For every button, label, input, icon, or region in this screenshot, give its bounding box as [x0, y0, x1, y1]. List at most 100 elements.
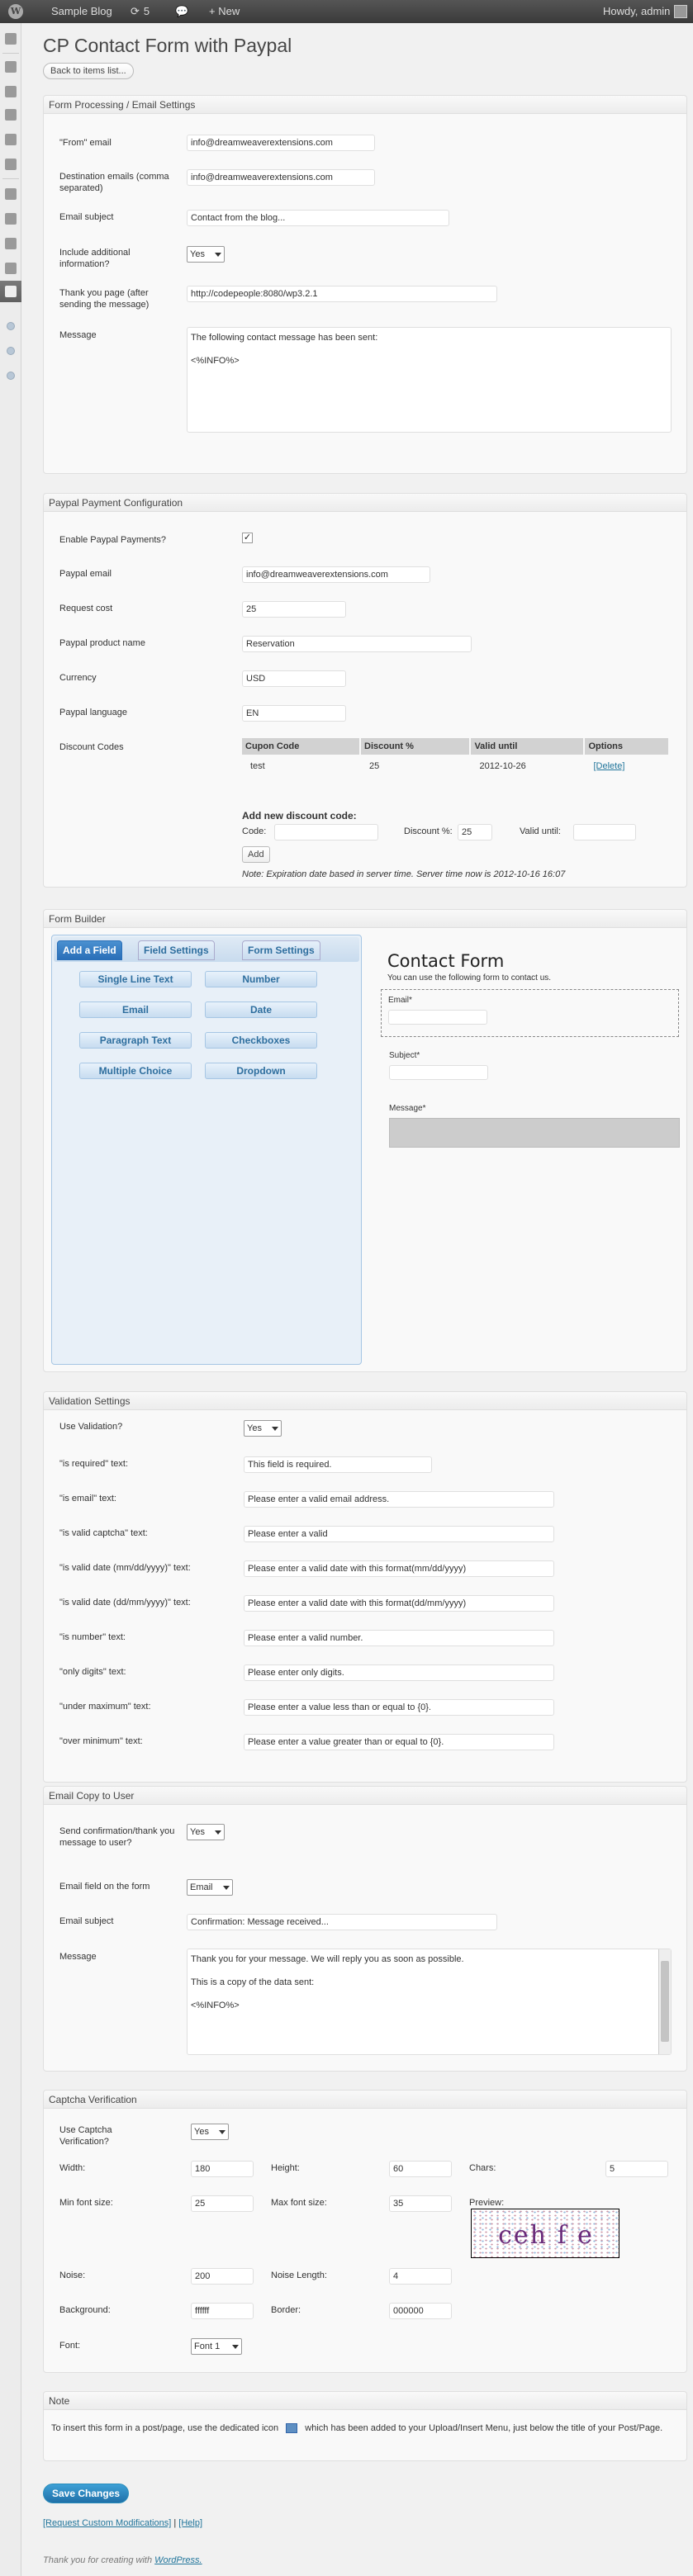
product-name-input[interactable]: Reservation [242, 636, 472, 652]
tab-add-field[interactable]: Add a Field [57, 940, 122, 960]
validation-text-input[interactable]: Please enter a valid email address. [244, 1491, 554, 1508]
tab-field-settings[interactable]: Field Settings [138, 940, 215, 960]
pages-icon[interactable] [5, 134, 17, 145]
column-header: Cupon Code [242, 738, 360, 755]
users-icon[interactable] [5, 238, 17, 249]
add-multiple-choice-button[interactable]: Multiple Choice [79, 1063, 192, 1079]
add-paragraph-text-button[interactable]: Paragraph Text [79, 1032, 192, 1049]
appearance-icon[interactable] [5, 188, 17, 200]
message-scrollbar[interactable] [658, 1949, 671, 2054]
preview-label: Preview: [469, 2198, 505, 2208]
add-checkboxes-button[interactable]: Checkboxes [205, 1032, 317, 1049]
validation-text-input[interactable]: Please enter a valid date with this form… [244, 1560, 554, 1577]
comments-icon[interactable]: 💬 [175, 0, 188, 23]
min-font-size-input[interactable]: 25 [191, 2195, 254, 2212]
request-cost-input[interactable]: 25 [242, 601, 346, 618]
plugins-icon[interactable] [5, 213, 17, 225]
noise-input[interactable]: 200 [191, 2268, 254, 2285]
paypal-email-input[interactable]: info@dreamweaverextensions.com [242, 566, 430, 583]
include-info-select[interactable]: Yes [187, 246, 225, 263]
media-icon[interactable] [5, 86, 17, 97]
add-email-button[interactable]: Email [79, 1002, 192, 1018]
request-custom-modifications-link[interactable]: [Request Custom Modifications] [43, 2518, 171, 2528]
chars-input[interactable]: 5 [605, 2161, 668, 2177]
add-discount-button[interactable]: Add [242, 846, 270, 863]
font-select[interactable]: Font 1 [191, 2338, 242, 2355]
validation-text-input[interactable]: Please enter a valid date with this form… [244, 1595, 554, 1612]
validation-text-input[interactable]: Please enter a valid [244, 1526, 554, 1542]
from-email-label: "From" email [59, 138, 112, 148]
paypal-language-input[interactable]: EN [242, 705, 346, 722]
noise-length-input[interactable]: 4 [389, 2268, 452, 2285]
add-single-line-text-button[interactable]: Single Line Text [79, 971, 192, 987]
add-date-button[interactable]: Date [205, 1002, 317, 1018]
enable-paypal-label: Enable Paypal Payments? [59, 535, 167, 545]
site-name-link[interactable]: Sample Blog [51, 0, 112, 23]
code-input[interactable] [274, 824, 378, 841]
preview-email-label: Email* [388, 996, 412, 1005]
help-link[interactable]: [Help] [178, 2518, 202, 2528]
email-field-label: Email field on the form [59, 1882, 150, 1892]
dashboard-icon[interactable] [5, 33, 17, 45]
destination-emails-input[interactable]: info@dreamweaverextensions.com [187, 169, 375, 186]
comments-menu-icon[interactable] [5, 159, 17, 170]
preview-subject-input[interactable] [389, 1065, 488, 1080]
send-confirmation-select[interactable]: Yes [187, 1824, 225, 1840]
copy-message-textarea[interactable]: Thank you for your message. We will repl… [187, 1949, 672, 2055]
paypal-config-panel: Paypal Payment Configuration Enable Payp… [43, 493, 687, 888]
plugin-menu-icon[interactable] [7, 347, 15, 355]
message-textarea[interactable]: The following contact message has been s… [187, 327, 672, 433]
thank-you-page-input[interactable]: http://codepeople:8080/wp3.2.1 [187, 286, 497, 302]
currency-input[interactable]: USD [242, 670, 346, 687]
background-input[interactable]: ffffff [191, 2303, 254, 2319]
links-icon[interactable] [5, 109, 17, 121]
validation-label: "is email" text: [59, 1494, 116, 1503]
scrollbar-thumb[interactable] [661, 1961, 669, 2042]
wordpress-link[interactable]: WordPress. [154, 2555, 202, 2565]
panel-title: Validation Settings [44, 1392, 686, 1410]
preview-email-input [388, 1010, 487, 1025]
preview-field-email[interactable]: Email* [381, 989, 679, 1037]
max-font-size-input[interactable]: 35 [389, 2195, 452, 2212]
posts-icon[interactable] [5, 61, 17, 73]
email-field-select[interactable]: Email [187, 1879, 233, 1896]
plugin-menu-icon[interactable] [7, 372, 15, 380]
plugin-menu-icon[interactable] [7, 322, 15, 330]
admin-footer: Thank you for creating with WordPress. [43, 2555, 202, 2565]
use-validation-select[interactable]: Yes [244, 1420, 282, 1437]
height-input[interactable]: 60 [389, 2161, 452, 2177]
validation-text-input[interactable]: Please enter a value less than or equal … [244, 1699, 554, 1716]
preview-message-label: Message* [389, 1104, 426, 1113]
delete-link[interactable]: [Delete] [593, 761, 624, 771]
border-input[interactable]: 000000 [389, 2303, 452, 2319]
valid-until-input[interactable] [573, 824, 636, 841]
new-content-link[interactable]: + New [209, 0, 240, 23]
preview-message-textarea[interactable] [389, 1118, 680, 1148]
validation-text-input[interactable]: Please enter a valid number. [244, 1630, 554, 1646]
email-subject-input[interactable]: Contact from the blog... [187, 210, 449, 226]
save-changes-button[interactable]: Save Changes [43, 2484, 130, 2503]
add-dropdown-button[interactable]: Dropdown [205, 1063, 317, 1079]
validation-text-input[interactable]: This field is required. [244, 1456, 432, 1473]
add-number-button[interactable]: Number [205, 971, 317, 987]
valid-until-label: Valid until: [520, 826, 561, 836]
panel-title: Note [44, 2392, 686, 2410]
validation-text-input[interactable]: Please enter a value greater than or equ… [244, 1734, 554, 1750]
max-font-size-label: Max font size: [271, 2198, 327, 2208]
discount-percent-input[interactable]: 25 [458, 824, 492, 841]
width-input[interactable]: 180 [191, 2161, 254, 2177]
destination-emails-label: Destination emails (comma separated) [59, 172, 169, 193]
validation-text-input[interactable]: Please enter only digits. [244, 1664, 554, 1681]
tools-icon[interactable] [5, 263, 17, 274]
enable-paypal-checkbox[interactable]: ✓ [242, 533, 253, 543]
copy-subject-input[interactable]: Confirmation: Message received... [187, 1914, 497, 1930]
tab-form-settings[interactable]: Form Settings [242, 940, 320, 960]
use-captcha-select[interactable]: Yes [191, 2124, 229, 2140]
width-label: Width: [59, 2163, 86, 2173]
from-email-input[interactable]: info@dreamweaverextensions.com [187, 135, 375, 151]
my-account-link[interactable]: Howdy, admin [603, 0, 688, 23]
updates-link[interactable]: ⟳ 5 [131, 0, 150, 23]
back-to-items-button[interactable]: Back to items list... [43, 63, 134, 79]
settings-menu-active[interactable] [0, 281, 21, 302]
wordpress-logo-icon[interactable]: W [8, 0, 23, 23]
